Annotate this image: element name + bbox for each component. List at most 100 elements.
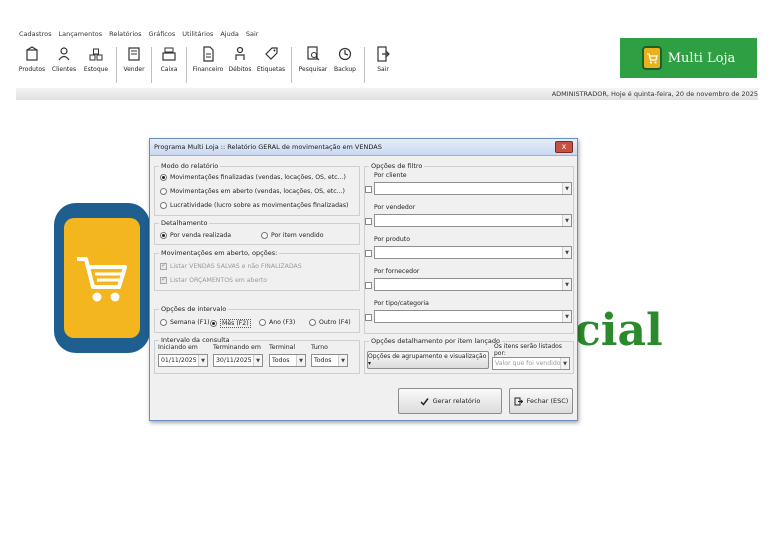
intervalo-opcoes-legend: Opções de intervalo [159, 305, 229, 313]
search-doc-icon [307, 46, 320, 61]
chevron-down-icon: ▼ [562, 311, 571, 322]
radio-icon [160, 188, 167, 195]
cart-logo-icon [64, 218, 140, 338]
menu-ajuda[interactable]: Ajuda [220, 30, 238, 38]
clientes-button[interactable]: Clientes [48, 41, 80, 87]
menu-sair[interactable]: Sair [246, 30, 259, 38]
aberto-legend: Movimentações em aberto, opções: [159, 249, 280, 257]
filtro-vendedor-select[interactable]: ▼ [374, 214, 572, 227]
terminando-label: Terminando em [213, 344, 261, 351]
modo-finalizadas-radio[interactable]: Movimentações finalizadas (vendas, locaç… [160, 174, 346, 181]
filtro-categoria-checkbox[interactable] [365, 314, 372, 321]
filtro-fornecedor-select[interactable]: ▼ [374, 278, 572, 291]
por-item-label: Por item vendido [271, 232, 324, 239]
fechar-button[interactable]: Fechar (ESC) [509, 388, 573, 414]
listar-salvas-checkbox[interactable]: Listar VENDAS SALVAS e não FINALIZADAS [160, 261, 302, 270]
vender-button[interactable]: Vender [121, 41, 147, 87]
financeiro-button[interactable]: Financeiro [191, 41, 225, 87]
cart-logo-icon [641, 46, 662, 70]
radio-icon [259, 319, 266, 326]
listados-select[interactable]: Valor que foi vendido ▼ [492, 357, 570, 370]
iniciando-date-field[interactable]: 01/11/2025 ▼ [158, 354, 208, 367]
por-venda-radio[interactable]: Por venda realizada [160, 232, 231, 239]
semana-radio[interactable]: Semana (F1) [160, 319, 210, 326]
outro-label: Outro (F4) [319, 319, 351, 326]
mes-radio[interactable]: Mês (F2) [210, 319, 251, 328]
agrupamento-button[interactable]: Opções de agrupamento e visualização ▾ [367, 351, 489, 369]
filtro-categoria-select[interactable]: ▼ [374, 310, 572, 323]
pesquisar-label: Pesquisar [298, 66, 328, 73]
sair-button[interactable]: Sair [369, 41, 397, 87]
listar-orcamentos-checkbox[interactable]: Listar ORÇAMENTOS em aberto [160, 275, 268, 284]
register-icon [128, 47, 140, 61]
menu-graficos[interactable]: Gráficos [149, 30, 176, 38]
person-debt-icon [235, 46, 245, 60]
filtro-fornecedor-label: Por fornecedor [374, 268, 420, 275]
radio-selected-icon [210, 320, 217, 327]
gerar-relatorio-button[interactable]: Gerar relatório [398, 388, 502, 414]
backup-button[interactable]: Backup [330, 41, 360, 87]
menu-lancamentos[interactable]: Lançamentos [58, 30, 102, 38]
por-item-radio[interactable]: Por item vendido [261, 232, 324, 239]
boxes-icon [89, 48, 103, 61]
terminal-select[interactable]: Todos ▼ [269, 354, 306, 367]
consulta-group: Intervalo da consulta Iniciando em 01/11… [154, 336, 360, 374]
radio-icon [160, 319, 167, 326]
outro-radio[interactable]: Outro (F4) [309, 319, 351, 326]
por-venda-label: Por venda realizada [170, 232, 232, 239]
debitos-label: Débitos [228, 66, 252, 73]
menu-utilitarios[interactable]: Utilitários [182, 30, 213, 38]
cash-register-icon [162, 47, 176, 61]
toolbar-divider [364, 47, 365, 83]
listados-value: Valor que foi vendido [495, 360, 561, 367]
box-icon [26, 46, 38, 61]
sair-label: Sair [377, 66, 389, 73]
listar-orcamentos-label: Listar ORÇAMENTOS em aberto [170, 277, 268, 284]
filtro-vendedor-checkbox[interactable] [365, 218, 372, 225]
terminal-label: Terminal [269, 344, 296, 351]
ano-radio[interactable]: Ano (F3) [259, 319, 295, 326]
aberto-group: Movimentações em aberto, opções: Listar … [154, 249, 360, 291]
chevron-down-icon: ▼ [198, 355, 207, 366]
filtro-produto-checkbox[interactable] [365, 250, 372, 257]
etiquetas-label: Etiquetas [256, 66, 286, 73]
radio-icon [261, 232, 268, 239]
backup-label: Backup [334, 66, 356, 73]
produtos-button[interactable]: Produtos [16, 41, 48, 87]
chevron-down-icon: ▼ [562, 215, 571, 226]
produtos-label: Produtos [18, 66, 46, 73]
filtro-group: Opções de filtro Por cliente ▼ Por vende… [364, 162, 574, 334]
turno-select[interactable]: Todos ▼ [311, 354, 348, 367]
turno-value: Todos [314, 357, 332, 364]
radio-selected-icon [160, 232, 167, 239]
close-button[interactable]: x [555, 141, 573, 153]
filtro-produto-select[interactable]: ▼ [374, 246, 572, 259]
menu-cadastros[interactable]: Cadastros [19, 30, 51, 38]
ano-label: Ano (F3) [269, 319, 296, 326]
modo-aberto-radio[interactable]: Movimentações em aberto (vendas, locaçõe… [160, 188, 345, 195]
modo-aberto-label: Movimentações em aberto (vendas, locaçõe… [170, 188, 345, 195]
filtro-cliente-select[interactable]: ▼ [374, 182, 572, 195]
document-icon [203, 46, 214, 62]
debitos-button[interactable]: Débitos [225, 41, 255, 87]
background-text: cial [574, 305, 663, 356]
filtro-produto-label: Por produto [374, 236, 410, 243]
modo-lucratividade-radio[interactable]: Lucratividade (lucro sobre as movimentaç… [160, 202, 348, 209]
listados-group: Os itens serão listados por: Valor que f… [492, 343, 572, 372]
filtro-cliente-checkbox[interactable] [365, 186, 372, 193]
clientes-label: Clientes [51, 66, 77, 73]
filtro-fornecedor-checkbox[interactable] [365, 282, 372, 289]
caixa-button[interactable]: Caixa [156, 41, 182, 87]
menu-relatorios[interactable]: Relatórios [109, 30, 141, 38]
filtro-cliente-label: Por cliente [374, 172, 407, 179]
estoque-button[interactable]: Estoque [80, 41, 112, 87]
fechar-label: Fechar (ESC) [526, 397, 569, 405]
terminando-date-field[interactable]: 30/11/2025 ▼ [213, 354, 263, 367]
chevron-down-icon: ▼ [562, 183, 571, 194]
pesquisar-button[interactable]: Pesquisar [296, 41, 330, 87]
toolbar-divider [116, 47, 117, 83]
backup-icon [338, 47, 352, 61]
etiquetas-button[interactable]: Etiquetas [255, 41, 287, 87]
toolbar-divider [186, 47, 187, 83]
estoque-label: Estoque [83, 66, 109, 73]
